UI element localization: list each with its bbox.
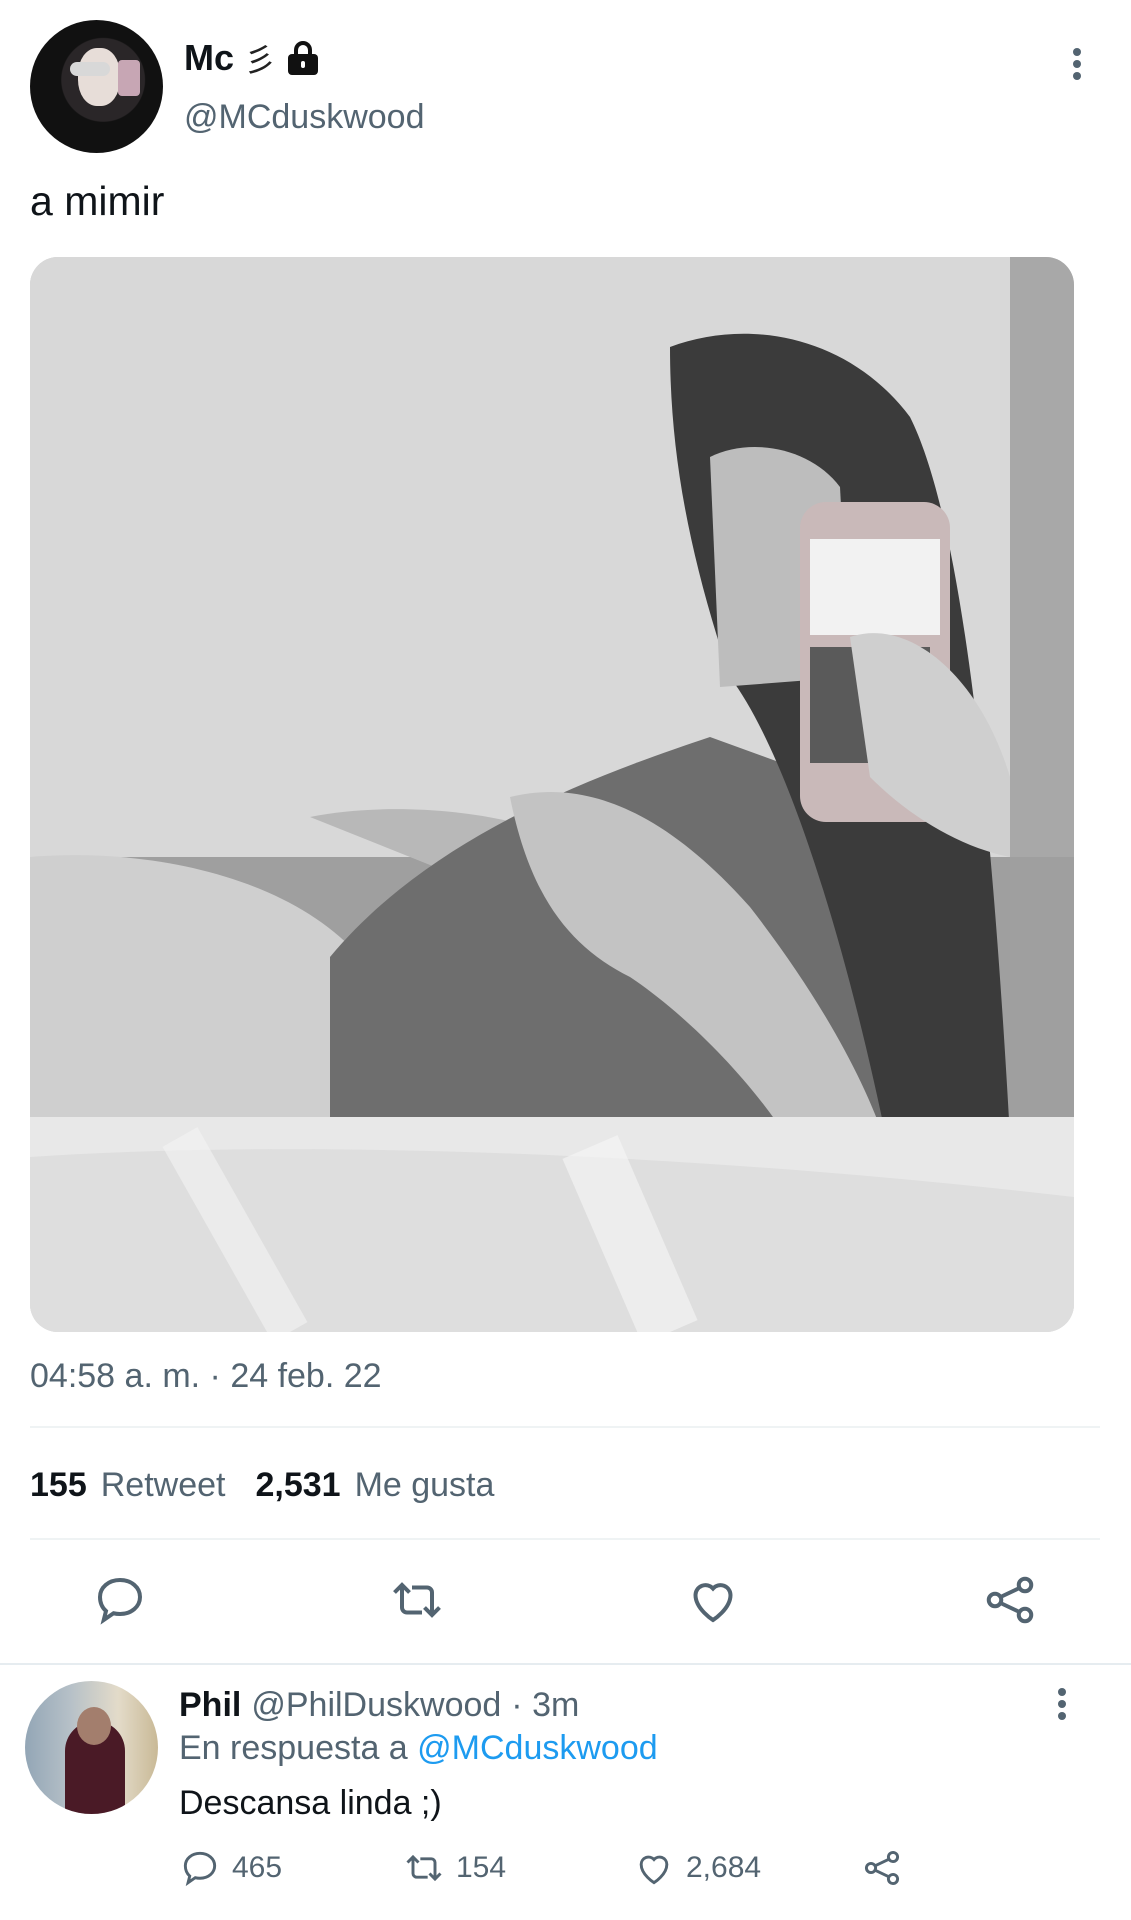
lock-icon — [286, 41, 320, 75]
author-avatar[interactable] — [30, 20, 163, 153]
reply-like-button[interactable]: 2,684 — [632, 1846, 761, 1890]
divider — [30, 1426, 1100, 1428]
retweets-label: Retweet — [100, 1466, 226, 1504]
likes-label: Me gusta — [354, 1466, 495, 1504]
tweet-text: a mimir — [30, 178, 165, 224]
reply-count: 465 — [232, 1851, 283, 1884]
reply-to-prefix: En respuesta a — [179, 1729, 408, 1767]
likes-stat[interactable]: 2,531 Me gusta — [255, 1466, 494, 1505]
retweet-icon — [406, 1854, 442, 1882]
reply-text: Descansa linda ;) — [179, 1784, 442, 1822]
more-icon[interactable] — [1050, 1686, 1074, 1722]
reply-retweet-button[interactable]: 154 — [402, 1846, 506, 1890]
tweet-actions — [0, 1570, 1131, 1634]
reply-reply-button[interactable]: 465 — [178, 1846, 282, 1890]
retweet-icon[interactable] — [387, 1570, 447, 1630]
reply-header: Phil @PhilDuskwood · 3m — [179, 1686, 579, 1725]
tweet-media-photo[interactable] — [30, 257, 1074, 1332]
photo-illustration — [30, 257, 1074, 1332]
replying-to: En respuesta a @MCduskwood — [179, 1729, 658, 1768]
reply-actions: 465 154 2,684 — [0, 1846, 1131, 1896]
reply-tweet[interactable]: Phil @PhilDuskwood · 3m En respuesta a @… — [0, 1666, 1131, 1920]
retweets-stat[interactable]: 155 Retweet — [30, 1466, 225, 1505]
reply-to-mention[interactable]: @MCduskwood — [417, 1729, 658, 1767]
author-display-name[interactable]: Mc — [184, 37, 234, 79]
avatar-mask — [70, 62, 110, 76]
more-icon[interactable] — [1065, 46, 1089, 82]
like-icon[interactable] — [683, 1570, 743, 1630]
reply-time: · 3m — [511, 1686, 580, 1724]
divider — [30, 1538, 1100, 1540]
avatar-face — [78, 48, 120, 106]
share-icon — [864, 1850, 900, 1886]
reply-handle[interactable]: @PhilDuskwood — [251, 1686, 501, 1725]
reply-display-name[interactable]: Phil — [179, 1686, 241, 1725]
reply-icon[interactable] — [90, 1570, 150, 1630]
like-icon — [639, 1855, 669, 1885]
section-separator — [0, 1663, 1131, 1665]
tweet-stats: 155 Retweet 2,531 Me gusta — [30, 1466, 494, 1505]
avatar-head — [77, 1707, 111, 1745]
retweets-count: 155 — [30, 1466, 87, 1504]
author-handle[interactable]: @MCduskwood — [184, 98, 425, 137]
main-tweet: Mc 彡 @MCduskwood a mimir 04:58 a. m. · 2… — [0, 0, 1131, 1664]
reply-icon — [183, 1851, 217, 1887]
like-count: 2,684 — [686, 1851, 762, 1884]
name-emoji: 彡 — [244, 42, 277, 78]
avatar-phone — [118, 60, 140, 96]
retweet-count: 154 — [456, 1851, 507, 1884]
author-name-row[interactable]: Mc 彡 — [184, 36, 320, 80]
likes-count: 2,531 — [255, 1466, 341, 1504]
tweet-timestamp[interactable]: 04:58 a. m. · 24 feb. 22 — [30, 1357, 382, 1396]
reply-share-button[interactable] — [860, 1846, 904, 1890]
reply-avatar[interactable] — [25, 1681, 158, 1814]
share-icon[interactable] — [980, 1570, 1040, 1630]
